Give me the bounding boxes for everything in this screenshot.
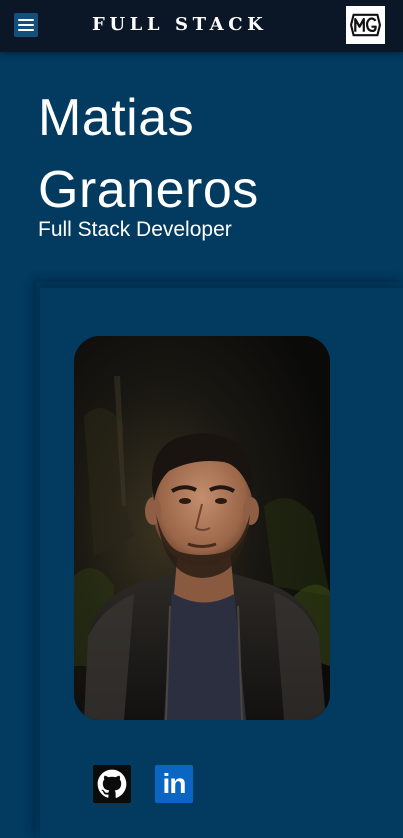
first-name: Matias: [38, 89, 195, 147]
mg-logo-icon[interactable]: [346, 6, 385, 44]
linkedin-link[interactable]: in: [155, 765, 193, 803]
hamburger-menu-button[interactable]: [14, 13, 38, 37]
brand-title: FULL STACK: [92, 14, 268, 35]
top-navigation-bar: FULL STACK: [0, 0, 403, 52]
hero-name: Matias Graneros: [38, 82, 378, 226]
github-icon: [97, 769, 127, 798]
menu-bar-line: [18, 29, 34, 31]
menu-bar-line: [18, 19, 34, 21]
menu-bar-line: [18, 24, 34, 26]
last-name: Graneros: [38, 161, 259, 219]
linkedin-icon: in: [162, 768, 187, 799]
job-title: Full Stack Developer: [38, 218, 232, 241]
profile-photo: [74, 336, 330, 720]
github-link[interactable]: [93, 765, 131, 803]
